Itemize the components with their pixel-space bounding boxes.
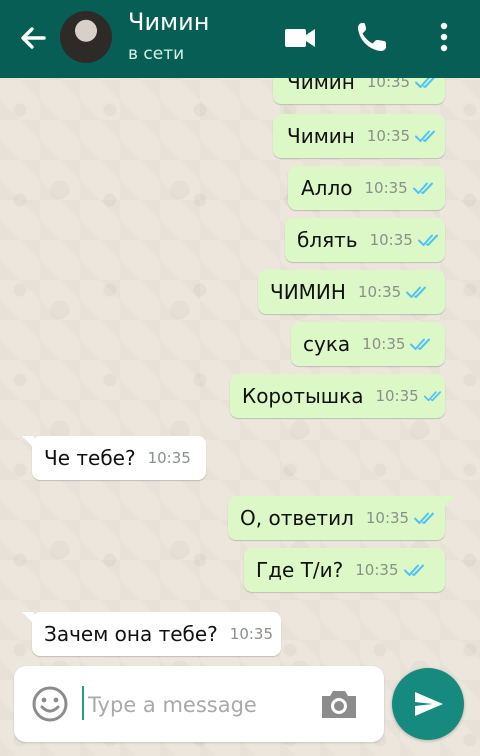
- camera-icon[interactable]: [318, 684, 360, 724]
- message-text: Где Т/и?: [256, 558, 344, 582]
- message-bubble-outgoing[interactable]: ЧИМИН 10:35: [258, 270, 445, 314]
- avatar[interactable]: [60, 11, 112, 63]
- message-text: сука: [303, 332, 351, 356]
- message-bubble-outgoing[interactable]: Коротышка 10:35: [230, 374, 445, 418]
- message-bubble-outgoing[interactable]: сука 10:35: [291, 322, 445, 366]
- double-check-icon: [403, 564, 424, 576]
- message-text: блять: [297, 228, 358, 252]
- message-time: 10:35: [375, 387, 419, 405]
- message-text: ЧИМИН: [270, 280, 346, 304]
- message-bubble-outgoing[interactable]: Где Т/и? 10:35: [244, 548, 445, 592]
- message-input[interactable]: [86, 684, 310, 726]
- message-text: Че тебе?: [44, 446, 136, 470]
- message-time: 10:35: [364, 179, 408, 197]
- double-check-icon: [412, 182, 433, 194]
- double-check-icon: [414, 512, 435, 524]
- contact-status: в сети: [128, 44, 185, 64]
- message-bubble-outgoing[interactable]: Чимин 10:35: [273, 114, 445, 158]
- message-list[interactable]: Чимин 10:35 Чимин 10:35 Алло 10:35 блять…: [0, 0, 480, 660]
- message-time: 10:35: [357, 283, 402, 301]
- message-time: 10:35: [369, 231, 413, 249]
- emoji-icon[interactable]: [30, 684, 70, 724]
- double-check-icon: [410, 338, 431, 350]
- message-text: Коротышка: [242, 384, 364, 408]
- message-time: 10:35: [229, 625, 274, 643]
- back-arrow-icon[interactable]: [14, 18, 54, 58]
- message-time: 10:35: [362, 335, 406, 353]
- message-time: 10:35: [147, 449, 191, 467]
- message-bubble-outgoing[interactable]: блять 10:35: [285, 218, 445, 262]
- message-time: 10:35: [365, 509, 410, 527]
- double-check-icon: [406, 286, 427, 298]
- double-check-icon: [415, 130, 436, 142]
- message-bubble-outgoing[interactable]: О, ответил 10:35: [228, 496, 455, 540]
- message-text: О, ответил: [240, 506, 354, 530]
- message-time: 10:35: [366, 127, 411, 145]
- send-icon: [415, 692, 443, 716]
- message-time: 10:35: [355, 561, 399, 579]
- message-bubble-incoming[interactable]: Че тебе? 10:35: [22, 436, 206, 480]
- more-vertical-icon[interactable]: [430, 18, 458, 56]
- message-bubble-outgoing[interactable]: Алло 10:35: [288, 166, 445, 210]
- phone-icon[interactable]: [354, 18, 390, 56]
- message-text: Чимин: [287, 124, 355, 148]
- message-composer: [14, 666, 384, 742]
- contact-name[interactable]: Чимин: [128, 8, 209, 36]
- double-check-icon: [417, 234, 438, 246]
- chat-header: Чимин в сети: [0, 0, 480, 78]
- video-call-icon[interactable]: [282, 20, 318, 56]
- message-text: Алло: [301, 176, 353, 200]
- text-cursor: [82, 686, 84, 720]
- double-check-icon: [423, 391, 441, 402]
- message-bubble-incoming[interactable]: Зачем она тебе? 10:35: [22, 612, 281, 656]
- message-text: Зачем она тебе?: [44, 622, 218, 646]
- send-button[interactable]: [392, 668, 464, 740]
